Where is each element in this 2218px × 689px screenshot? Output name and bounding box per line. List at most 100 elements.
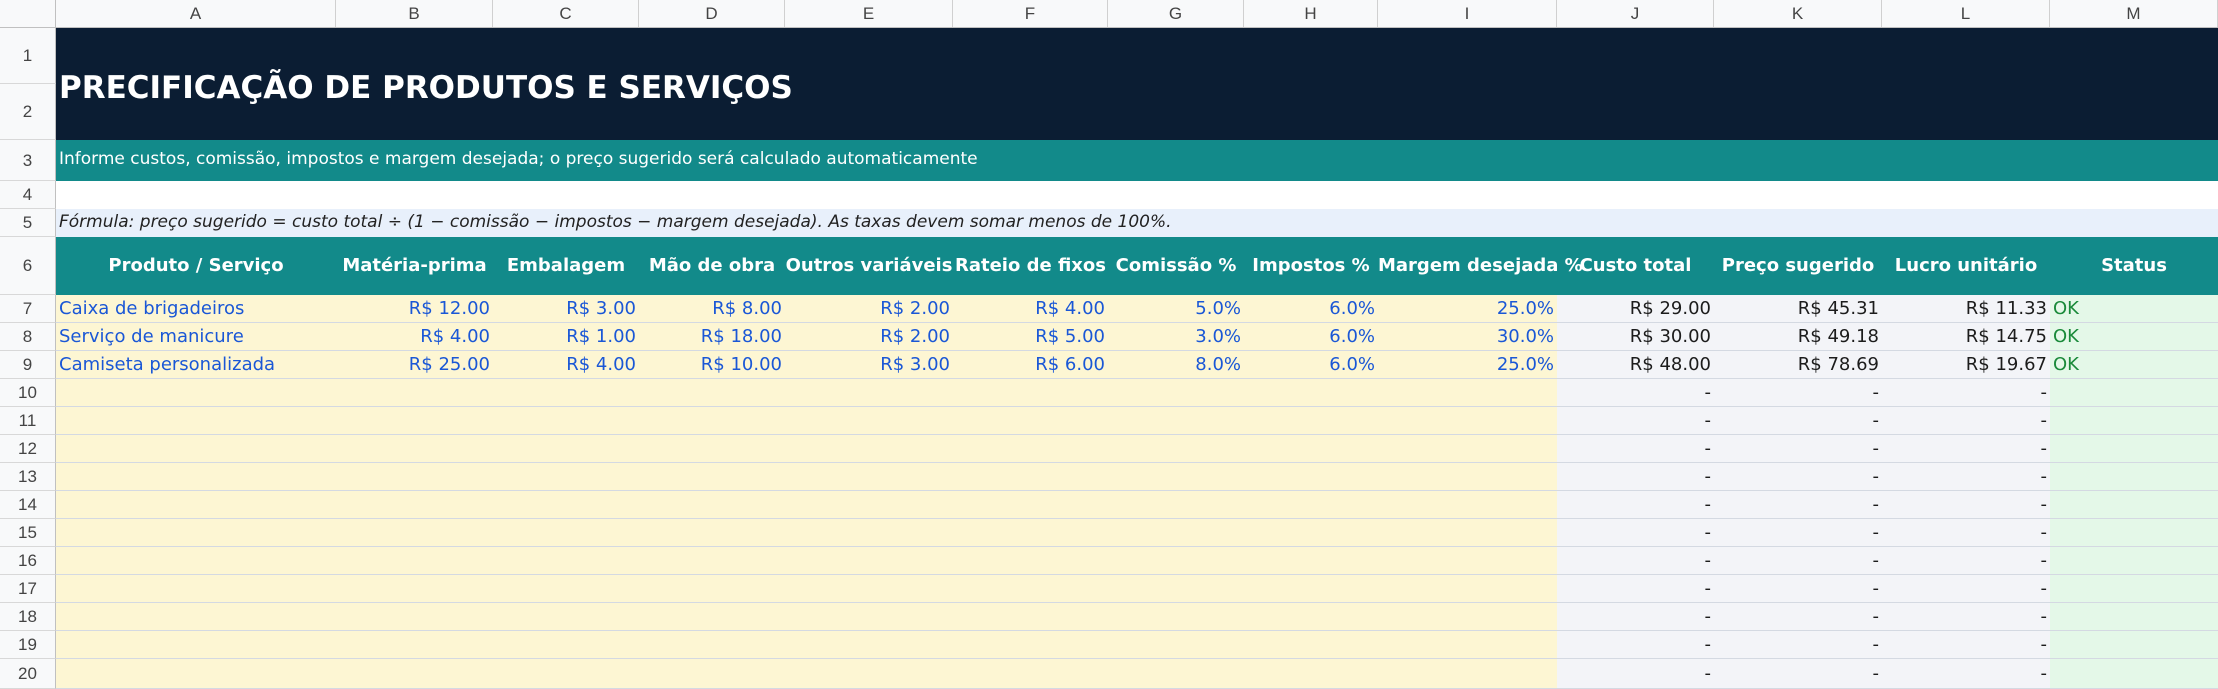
input-cell[interactable] [1244,435,1378,463]
column-header-j[interactable]: J [1557,0,1714,27]
input-cell[interactable] [785,603,953,631]
status-cell[interactable] [2050,575,2218,603]
input-cell[interactable]: R$ 8.00 [639,295,785,323]
row-header-3[interactable]: 3 [0,140,56,181]
input-cell[interactable]: 3.0% [1108,323,1244,351]
input-cell[interactable] [336,463,493,491]
input-cell[interactable]: 25.0% [1378,351,1557,379]
product-name-cell[interactable] [56,379,336,407]
input-cell[interactable] [785,659,953,689]
input-cell[interactable] [1108,491,1244,519]
input-cell[interactable]: R$ 25.00 [336,351,493,379]
product-name-cell[interactable]: Serviço de manicure [56,323,336,351]
input-cell[interactable] [639,575,785,603]
input-cell[interactable]: R$ 3.00 [785,351,953,379]
calculated-cell[interactable]: - [1714,491,1882,519]
row-header-14[interactable]: 14 [0,491,56,519]
status-cell[interactable]: OK [2050,295,2218,323]
input-cell[interactable] [953,603,1108,631]
input-cell[interactable] [1108,575,1244,603]
calculated-cell[interactable]: R$ 19.67 [1882,351,2050,379]
input-cell[interactable] [1108,407,1244,435]
input-cell[interactable] [493,463,639,491]
row-header-2[interactable]: 2 [0,84,56,140]
column-header-c[interactable]: C [493,0,639,27]
input-cell[interactable]: R$ 18.00 [639,323,785,351]
status-cell[interactable] [2050,519,2218,547]
input-cell[interactable] [953,491,1108,519]
empty-row-4[interactable] [56,181,2218,209]
calculated-cell[interactable]: R$ 30.00 [1557,323,1714,351]
input-cell[interactable] [785,547,953,575]
input-cell[interactable] [493,603,639,631]
input-cell[interactable] [493,659,639,689]
input-cell[interactable] [493,547,639,575]
product-name-cell[interactable] [56,603,336,631]
input-cell[interactable] [336,659,493,689]
row-header-11[interactable]: 11 [0,407,56,435]
row-header-6[interactable]: 6 [0,237,56,295]
product-name-cell[interactable] [56,547,336,575]
calculated-cell[interactable]: - [1882,575,2050,603]
input-cell[interactable]: 6.0% [1244,351,1378,379]
product-name-cell[interactable]: Camiseta personalizada [56,351,336,379]
input-cell[interactable] [639,407,785,435]
input-cell[interactable] [493,407,639,435]
input-cell[interactable] [1378,631,1557,659]
calculated-cell[interactable]: - [1557,603,1714,631]
input-cell[interactable] [639,603,785,631]
row-header-20[interactable]: 20 [0,659,56,689]
column-header-l[interactable]: L [1882,0,2050,27]
calculated-cell[interactable]: - [1714,575,1882,603]
row-header-9[interactable]: 9 [0,351,56,379]
product-name-cell[interactable] [56,631,336,659]
column-header-f[interactable]: F [953,0,1108,27]
calculated-cell[interactable]: - [1882,519,2050,547]
input-cell[interactable] [1244,631,1378,659]
calculated-cell[interactable]: - [1714,435,1882,463]
row-header-1[interactable]: 1 [0,28,56,84]
title-band[interactable]: PRECIFICAÇÃO DE PRODUTOS E SERVIÇOS [56,28,2218,140]
calculated-cell[interactable]: - [1882,435,2050,463]
input-cell[interactable] [493,435,639,463]
input-cell[interactable]: R$ 4.00 [953,295,1108,323]
product-name-cell[interactable] [56,407,336,435]
calculated-cell[interactable]: R$ 48.00 [1557,351,1714,379]
calculated-cell[interactable]: - [1714,407,1882,435]
input-cell[interactable]: R$ 2.00 [785,295,953,323]
status-cell[interactable] [2050,379,2218,407]
column-header-b[interactable]: B [336,0,493,27]
row-header-7[interactable]: 7 [0,295,56,323]
calculated-cell[interactable]: R$ 29.00 [1557,295,1714,323]
input-cell[interactable]: R$ 6.00 [953,351,1108,379]
row-header-17[interactable]: 17 [0,575,56,603]
input-cell[interactable]: R$ 4.00 [493,351,639,379]
input-cell[interactable] [785,575,953,603]
row-header-12[interactable]: 12 [0,435,56,463]
input-cell[interactable] [785,631,953,659]
calculated-cell[interactable]: - [1882,659,2050,689]
input-cell[interactable] [639,491,785,519]
input-cell[interactable] [639,631,785,659]
status-cell[interactable]: OK [2050,323,2218,351]
calculated-cell[interactable]: - [1714,519,1882,547]
status-cell[interactable] [2050,631,2218,659]
input-cell[interactable]: 25.0% [1378,295,1557,323]
product-name-cell[interactable] [56,435,336,463]
input-cell[interactable] [1378,659,1557,689]
input-cell[interactable] [639,659,785,689]
calculated-cell[interactable]: - [1714,631,1882,659]
input-cell[interactable]: 5.0% [1108,295,1244,323]
input-cell[interactable] [493,491,639,519]
row-header-4[interactable]: 4 [0,181,56,209]
input-cell[interactable] [639,379,785,407]
column-header-k[interactable]: K [1714,0,1882,27]
input-cell[interactable] [1378,407,1557,435]
calculated-cell[interactable]: - [1557,435,1714,463]
status-cell[interactable] [2050,491,2218,519]
input-cell[interactable] [336,435,493,463]
input-cell[interactable] [1108,379,1244,407]
input-cell[interactable] [1378,435,1557,463]
row-header-19[interactable]: 19 [0,631,56,659]
input-cell[interactable] [639,435,785,463]
